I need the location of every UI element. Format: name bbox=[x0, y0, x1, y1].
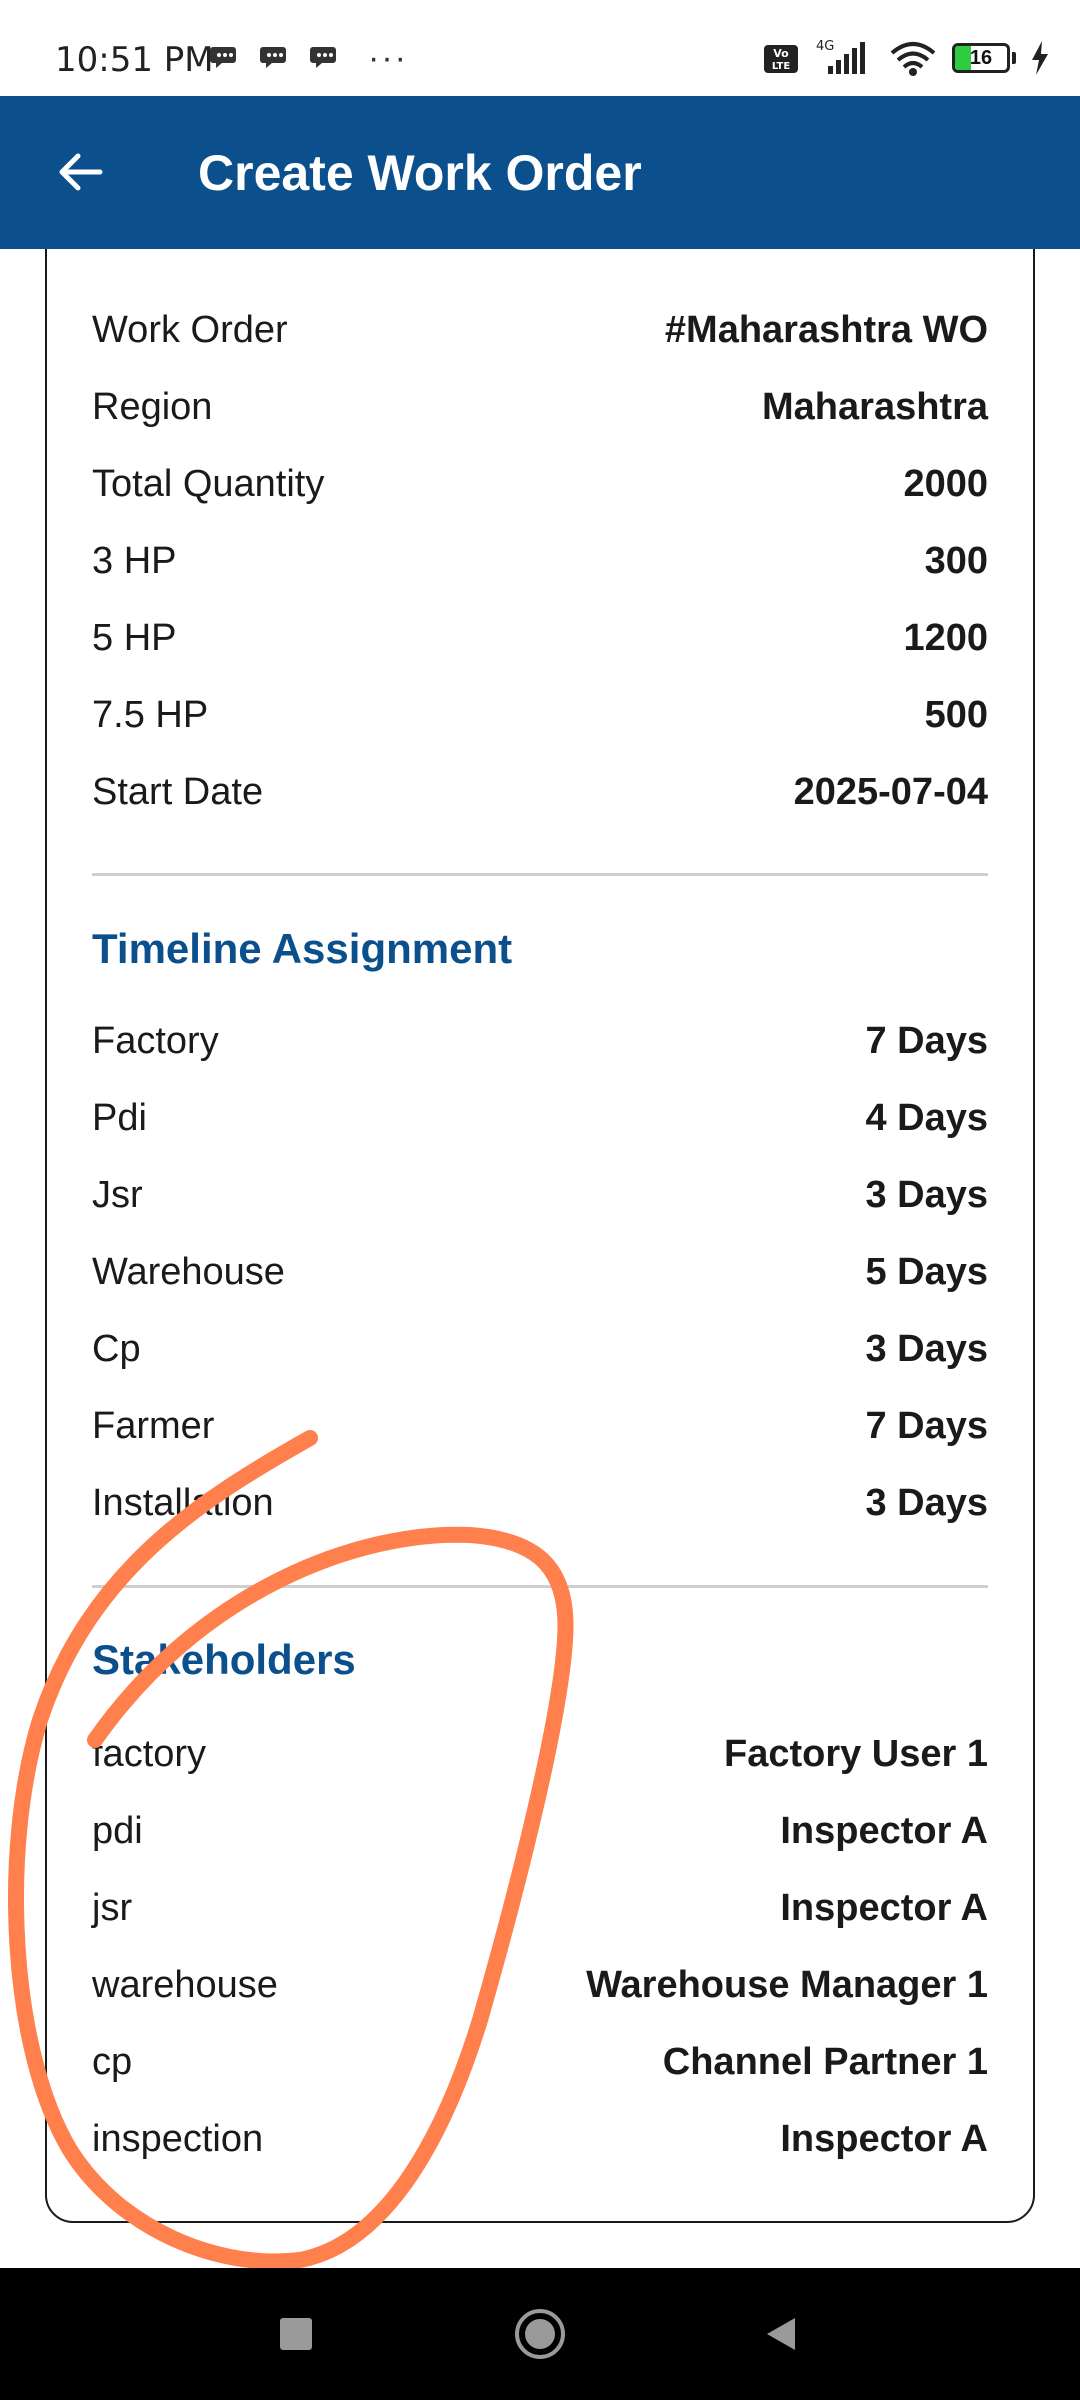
stakeholder-row-value: Warehouse Manager 1 bbox=[586, 1964, 988, 2006]
app-bar: Create Work Order bbox=[0, 96, 1080, 249]
basic-info-row-label: Start Date bbox=[92, 771, 264, 813]
basic-info-row-value: 2000 bbox=[903, 463, 988, 505]
stakeholder-row-label: pdi bbox=[92, 1810, 143, 1852]
signal-4g-icon: 4G bbox=[816, 39, 865, 74]
status-time: 10:51 PM bbox=[55, 40, 214, 80]
status-bar: 10:51 PM ··· Vo LTE 4G 16 bbox=[0, 0, 1080, 96]
system-navigation-bar bbox=[0, 2268, 1080, 2400]
stakeholder-row-label: factory bbox=[92, 1733, 207, 1775]
timeline-assignment-title: Timeline Assignment bbox=[92, 925, 513, 972]
home-circle-icon bbox=[515, 2309, 565, 2359]
svg-text:LTE: LTE bbox=[772, 61, 791, 72]
back-nav-button[interactable] bbox=[745, 2298, 817, 2370]
volte-icon: Vo LTE bbox=[764, 45, 798, 73]
basic-info-row-label: Total Quantity bbox=[92, 463, 325, 505]
svg-text:4G: 4G bbox=[816, 39, 834, 54]
basic-info-row-label: Work Order bbox=[92, 309, 288, 351]
basic-info-row-value: 500 bbox=[924, 694, 988, 736]
system-status-icons: Vo LTE 4G 16 bbox=[764, 38, 1050, 78]
stakeholder-row-value: Inspector A bbox=[780, 1810, 988, 1852]
triangle-back-icon bbox=[767, 2318, 795, 2350]
basic-info-row-label: 5 HP bbox=[92, 617, 177, 659]
charging-icon bbox=[1032, 41, 1048, 75]
timeline-row-value: 7 Days bbox=[865, 1405, 988, 1447]
stakeholder-row-label: warehouse bbox=[92, 1964, 278, 2006]
basic-info-row-label: Region bbox=[92, 386, 213, 428]
timeline-row-value: 4 Days bbox=[865, 1097, 988, 1139]
notification-icons: ··· bbox=[210, 39, 408, 77]
basic-info-row-value: 2025-07-04 bbox=[793, 771, 988, 813]
divider bbox=[92, 873, 988, 876]
home-button[interactable] bbox=[504, 2298, 576, 2370]
wifi-icon bbox=[890, 42, 936, 76]
timeline-row-label: Warehouse bbox=[92, 1251, 285, 1293]
timeline-row-label: Installation bbox=[92, 1482, 274, 1524]
chat-notification-icon bbox=[260, 47, 286, 68]
basic-info-row-value: 1200 bbox=[903, 617, 988, 659]
more-notifications-icon: ··· bbox=[368, 39, 408, 77]
basic-info-row-label: 7.5 HP bbox=[92, 694, 209, 736]
timeline-row-value: 5 Days bbox=[865, 1251, 988, 1293]
battery-level: 16 bbox=[969, 47, 993, 69]
divider bbox=[92, 1585, 988, 1588]
timeline-row-value: 3 Days bbox=[865, 1482, 988, 1524]
stakeholder-row-value: Factory User 1 bbox=[723, 1733, 988, 1775]
chat-notification-icon bbox=[310, 47, 336, 68]
timeline-row-value: 7 Days bbox=[865, 1020, 988, 1062]
arrow-left-icon bbox=[59, 153, 103, 191]
battery-icon: 16 bbox=[952, 43, 1016, 73]
stakeholder-row-value: Channel Partner 1 bbox=[662, 2041, 988, 2083]
back-button[interactable] bbox=[40, 132, 120, 212]
stakeholder-row-value: Inspector A bbox=[780, 1887, 988, 1929]
timeline-row-label: Factory bbox=[92, 1020, 219, 1062]
stakeholder-row-label: inspection bbox=[92, 2118, 264, 2160]
recent-apps-button[interactable] bbox=[260, 2298, 332, 2370]
timeline-row-label: Pdi bbox=[92, 1097, 147, 1139]
chat-notification-icon bbox=[210, 47, 236, 68]
timeline-row-label: Farmer bbox=[92, 1405, 215, 1447]
svg-text:Vo: Vo bbox=[773, 47, 789, 60]
stakeholders-title: Stakeholders bbox=[92, 1636, 356, 1683]
timeline-row-value: 3 Days bbox=[865, 1174, 988, 1216]
timeline-row-label: Cp bbox=[92, 1328, 141, 1370]
page-title: Create Work Order bbox=[198, 145, 642, 201]
basic-info-row-value: Maharashtra bbox=[762, 386, 988, 428]
basic-info-row-value: #Maharashtra WO bbox=[664, 309, 988, 351]
stakeholder-row-value: Inspector A bbox=[780, 2118, 988, 2160]
basic-info-row-label: 3 HP bbox=[92, 540, 177, 582]
square-icon bbox=[280, 2318, 312, 2350]
timeline-row-value: 3 Days bbox=[865, 1328, 988, 1370]
stakeholder-row-label: cp bbox=[92, 2041, 133, 2083]
stakeholder-row-label: jsr bbox=[92, 1887, 133, 1929]
basic-info-row-value: 300 bbox=[924, 540, 988, 582]
timeline-row-label: Jsr bbox=[92, 1174, 143, 1216]
